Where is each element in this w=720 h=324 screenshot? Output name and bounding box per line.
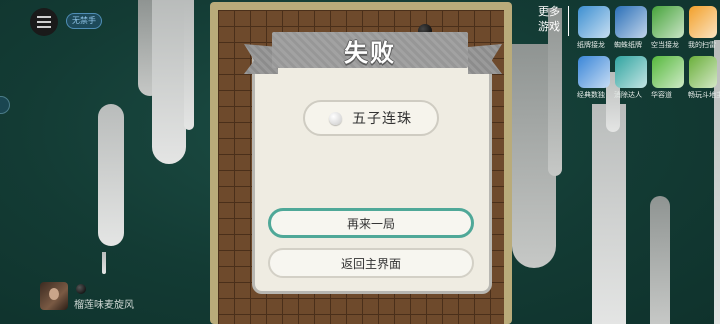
freecell-icon[interactable] (652, 6, 684, 38)
smoke-drip (152, 0, 186, 164)
game-tile-label: 纸牌接龙 (577, 41, 605, 49)
game-tile-label: 我的扫雷 (688, 41, 716, 49)
smoke-drip (184, 0, 194, 130)
play-again-button[interactable]: 再来一局 (268, 208, 474, 238)
game-tile-label: 蜘蛛纸牌 (614, 41, 642, 49)
match-icon[interactable] (615, 56, 647, 88)
minesweeper-icon[interactable] (689, 6, 717, 38)
spider-solitaire-icon[interactable] (615, 6, 647, 38)
hamburger-icon (37, 16, 51, 28)
black-stone-icon (76, 284, 86, 294)
smoke-drip (592, 104, 626, 324)
solitaire-icon[interactable] (578, 6, 610, 38)
white-stone-icon (329, 112, 342, 125)
klotski-icon[interactable] (652, 56, 684, 88)
smoke-drip (102, 252, 106, 274)
player-avatar (40, 282, 68, 310)
game-mode-pill: 五子连珠 (303, 100, 439, 136)
game-tile-label: 空当接龙 (651, 41, 679, 49)
smoke-drip (650, 196, 670, 324)
game-tile-label: 华容道 (651, 91, 672, 99)
sudoku-icon[interactable] (578, 56, 610, 88)
back-home-button[interactable]: 返回主界面 (268, 248, 474, 278)
result-title: 失败 (344, 38, 396, 67)
player-name: 榴莲味麦旋风 (74, 300, 134, 311)
menu-button[interactable] (30, 8, 58, 36)
no-foul-badge: 无禁手 (66, 13, 102, 29)
game-tile-label: 畅玩斗地主 (688, 91, 720, 99)
smoke-drip (98, 104, 124, 246)
game-mode-label: 五子连珠 (352, 111, 412, 127)
divider (568, 6, 569, 36)
result-ribbon: 失败 (272, 32, 468, 68)
game-tile-label: 消除达人 (614, 91, 642, 99)
more-games-label: 更多游戏 (538, 5, 560, 33)
doudizhu-icon[interactable] (689, 56, 717, 88)
game-tile-label: 经典数独 (577, 91, 605, 99)
